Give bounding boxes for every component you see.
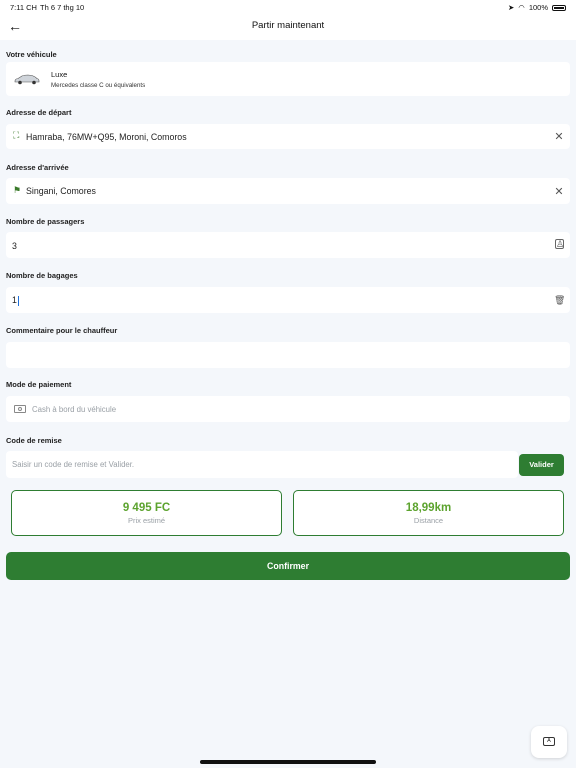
home-indicator[interactable] xyxy=(200,760,376,764)
close-icon[interactable]: ✕ xyxy=(554,131,564,143)
arrival-label: Adresse d'arrivée xyxy=(6,163,69,172)
battery-icon xyxy=(552,4,566,11)
departure-value: Hamraba, 76MW+Q95, Moroni, Comoros xyxy=(26,132,187,142)
map-icon: ⛶ xyxy=(13,130,20,140)
confirm-button[interactable]: Confirmer xyxy=(6,552,570,580)
status-bar: 7:11 CH Th 6 7 thg 10 ➤ ◠ 100% xyxy=(0,0,576,14)
distance-label: Distance xyxy=(413,516,444,525)
departure-label: Adresse de départ xyxy=(6,108,72,117)
vehicle-card[interactable]: Luxe Mercedes classe C ou équivalents xyxy=(6,62,570,96)
comment-field[interactable] xyxy=(6,342,570,368)
payment-field[interactable]: Cash à bord du véhicule xyxy=(6,396,570,422)
validate-button[interactable]: Valider xyxy=(519,454,564,476)
luggage-label: Nombre de bagages xyxy=(6,271,78,280)
vehicle-section-label: Votre véhicule xyxy=(6,50,57,59)
arrival-field[interactable]: ⚑ Singani, Comores ✕ xyxy=(6,178,570,204)
luggage-field[interactable]: 1 🗑 xyxy=(6,287,570,313)
discount-placeholder: Saisir un code de remise et Valider. xyxy=(12,460,135,469)
wifi-icon: ◠ xyxy=(518,3,525,12)
car-icon xyxy=(14,74,40,85)
flag-icon: ⚑ xyxy=(13,185,22,195)
close-icon[interactable]: ✕ xyxy=(554,186,564,198)
text-cursor xyxy=(17,295,19,306)
passengers-field[interactable]: 3 ♙ xyxy=(6,232,570,258)
vehicle-name: Luxe xyxy=(51,70,68,79)
person-icon: ♙ xyxy=(555,239,565,249)
payment-label: Mode de paiement xyxy=(6,380,72,389)
price-label: Prix estimé xyxy=(127,516,166,525)
distance-value: 18,99km xyxy=(405,502,452,514)
status-date: Th 6 7 thg 10 xyxy=(40,3,85,12)
nav-bar: ← Partir maintenant xyxy=(0,14,576,40)
price-summary: 9 495 FC Prix estimé xyxy=(11,490,282,536)
distance-summary: 18,99km Distance xyxy=(293,490,564,536)
payment-placeholder: Cash à bord du véhicule xyxy=(32,405,117,414)
status-indicators: ➤ ◠ 100% xyxy=(508,3,566,12)
keyboard-button[interactable]: A xyxy=(531,726,567,758)
vehicle-description: Mercedes classe C ou équivalents xyxy=(51,82,146,89)
status-time: 7:11 CH xyxy=(10,3,37,12)
passengers-label: Nombre de passagers xyxy=(6,217,85,226)
luggage-input[interactable]: 1 xyxy=(12,295,19,306)
arrival-value: Singani, Comores xyxy=(26,186,96,196)
luggage-icon: 🗑 xyxy=(554,295,566,305)
page-title: Partir maintenant xyxy=(251,20,325,31)
comment-label: Commentaire pour le chauffeur xyxy=(6,326,118,335)
luggage-value: 1 xyxy=(12,295,17,305)
keyboard-icon: A xyxy=(543,737,555,746)
passengers-value: 3 xyxy=(12,241,17,251)
departure-field[interactable]: ⛶ Hamraba, 76MW+Q95, Moroni, Comoros ✕ xyxy=(6,124,570,149)
discount-label: Code de remise xyxy=(6,436,62,445)
price-value: 9 495 FC xyxy=(122,502,171,514)
battery-percent: 100% xyxy=(528,3,548,12)
discount-input[interactable]: Saisir un code de remise et Valider. xyxy=(6,451,518,478)
location-icon: ➤ xyxy=(507,3,515,12)
cash-icon xyxy=(14,405,26,413)
